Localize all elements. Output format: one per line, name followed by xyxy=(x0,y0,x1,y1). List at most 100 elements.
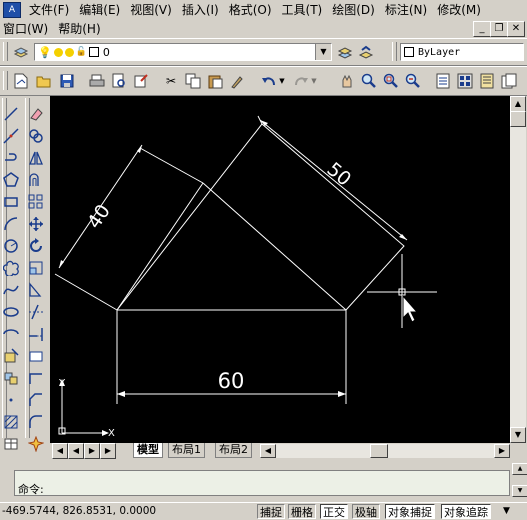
cut-icon[interactable]: ✂ xyxy=(162,72,180,90)
rotate-icon[interactable] xyxy=(27,238,45,256)
insert-block-icon[interactable] xyxy=(2,348,20,366)
menu-format[interactable]: 格式(O) xyxy=(224,1,277,19)
sheet-set-icon[interactable] xyxy=(500,72,518,90)
tab-layout1[interactable]: 布局1 xyxy=(168,443,205,458)
command-scrollbar[interactable]: ▲ ▼ xyxy=(512,463,527,499)
ellipse-icon[interactable] xyxy=(2,304,20,322)
circle-icon[interactable] xyxy=(2,238,20,256)
undo-dropdown-icon[interactable]: ▼ xyxy=(278,72,286,90)
move-icon[interactable] xyxy=(27,216,45,234)
break-icon[interactable] xyxy=(27,348,45,366)
scroll-up-icon[interactable]: ▲ xyxy=(510,96,526,112)
menu-insert[interactable]: 插入(I) xyxy=(177,1,224,19)
save-icon[interactable] xyxy=(58,72,76,90)
spline-icon[interactable] xyxy=(2,282,20,300)
erase-icon[interactable] xyxy=(27,106,45,124)
table-icon[interactable] xyxy=(2,436,20,454)
tab-layout2[interactable]: 布局2 xyxy=(215,443,252,458)
rectangle-icon[interactable] xyxy=(2,194,20,212)
extend-icon[interactable] xyxy=(27,326,45,344)
pan-realtime-icon[interactable] xyxy=(338,72,356,90)
snap-toggle[interactable]: 捕捉 xyxy=(257,504,285,519)
print-preview-icon[interactable] xyxy=(110,72,128,90)
polygon-icon[interactable] xyxy=(2,172,20,190)
menu-view[interactable]: 视图(V) xyxy=(125,1,177,19)
autocad-app-icon[interactable]: A xyxy=(3,1,21,18)
menu-edit[interactable]: 编辑(E) xyxy=(74,1,125,19)
otrack-toggle[interactable]: 对象追踪 xyxy=(441,504,491,519)
minimize-button[interactable]: _ xyxy=(473,21,491,37)
scroll-down-icon[interactable]: ▼ xyxy=(512,485,527,497)
point-icon[interactable] xyxy=(2,392,20,410)
undo-icon[interactable] xyxy=(260,72,278,90)
last-tab-icon[interactable]: ▶ xyxy=(100,443,116,459)
polar-toggle[interactable]: 极轴 xyxy=(352,504,380,519)
toolbar-grip[interactable] xyxy=(392,42,397,61)
chamfer-icon[interactable] xyxy=(27,392,45,410)
prev-tab-icon[interactable]: ◀ xyxy=(68,443,84,459)
grid-toggle[interactable]: 栅格 xyxy=(288,504,316,519)
linetype-dropdown[interactable]: ByLayer xyxy=(400,43,524,61)
publish-icon[interactable] xyxy=(132,72,150,90)
osnap-toggle[interactable]: 对象捕捉 xyxy=(385,504,435,519)
menu-window[interactable]: 窗口(W) xyxy=(0,20,53,38)
scroll-thumb[interactable] xyxy=(510,111,526,127)
array-icon[interactable] xyxy=(27,194,45,212)
stretch-icon[interactable] xyxy=(27,282,45,300)
coordinate-readout[interactable]: -469.5744, 826.8531, 0.0000 xyxy=(2,504,156,519)
layer-dropdown[interactable]: 💡 🔓 0 ▼ xyxy=(34,43,332,61)
make-block-icon[interactable] xyxy=(2,370,20,388)
hscroll-thumb[interactable] xyxy=(370,444,388,458)
construction-line-icon[interactable] xyxy=(2,128,20,146)
design-center-icon[interactable] xyxy=(456,72,474,90)
properties-icon[interactable] xyxy=(434,72,452,90)
trim-icon[interactable] xyxy=(27,304,45,322)
menu-tools[interactable]: 工具(T) xyxy=(277,1,328,19)
menu-file[interactable]: 文件(F) xyxy=(24,1,74,19)
fillet-icon[interactable] xyxy=(27,414,45,432)
paste-icon[interactable] xyxy=(206,72,224,90)
revision-cloud-icon[interactable] xyxy=(2,260,20,278)
zoom-window-icon[interactable] xyxy=(382,72,400,90)
toolbar-grip[interactable] xyxy=(3,42,8,61)
redo-dropdown-icon[interactable]: ▼ xyxy=(310,72,318,90)
menu-modify[interactable]: 修改(M) xyxy=(432,1,486,19)
menu-help[interactable]: 帮助(H) xyxy=(53,20,105,38)
line-icon[interactable] xyxy=(2,106,20,124)
mirror-icon[interactable] xyxy=(27,150,45,168)
layer-previous-icon[interactable] xyxy=(357,43,375,61)
copy-icon[interactable] xyxy=(184,72,202,90)
status-menu-icon[interactable]: ▼ xyxy=(503,504,510,519)
arc-icon[interactable] xyxy=(2,216,20,234)
polyline-icon[interactable] xyxy=(2,150,20,168)
horizontal-scrollbar[interactable]: ◀ ▶ xyxy=(260,444,510,458)
menu-dimension[interactable]: 标注(N) xyxy=(380,1,432,19)
ellipse-arc-icon[interactable] xyxy=(2,326,20,344)
tab-model[interactable]: 模型 xyxy=(133,443,163,458)
hatch-icon[interactable] xyxy=(2,414,20,432)
open-icon[interactable] xyxy=(35,72,53,90)
drawing-canvas[interactable]: 40 50 60 Y X xyxy=(50,96,510,443)
match-properties-icon[interactable] xyxy=(228,72,246,90)
toolbar-grip[interactable] xyxy=(3,71,8,90)
tool-palettes-icon[interactable] xyxy=(478,72,496,90)
print-icon[interactable] xyxy=(88,72,106,90)
chevron-down-icon[interactable]: ▼ xyxy=(315,44,331,60)
copy-object-icon[interactable] xyxy=(27,128,45,146)
layer-manager-icon[interactable] xyxy=(12,43,30,61)
scroll-left-icon[interactable]: ◀ xyxy=(260,444,276,458)
offset-icon[interactable] xyxy=(27,172,45,190)
command-line[interactable]: 命令: xyxy=(14,470,510,496)
scale-icon[interactable] xyxy=(27,260,45,278)
explode-icon[interactable] xyxy=(27,435,45,454)
break-at-point-icon[interactable] xyxy=(27,370,45,388)
zoom-realtime-icon[interactable] xyxy=(360,72,378,90)
restore-button[interactable]: ❐ xyxy=(490,21,508,37)
close-button[interactable]: ✕ xyxy=(507,21,525,37)
make-current-layer-icon[interactable] xyxy=(336,43,354,61)
redo-icon[interactable] xyxy=(292,72,310,90)
menu-draw[interactable]: 绘图(D) xyxy=(327,1,380,19)
scroll-down-icon[interactable]: ▼ xyxy=(510,427,526,443)
scroll-right-icon[interactable]: ▶ xyxy=(494,444,510,458)
scroll-up-icon[interactable]: ▲ xyxy=(512,463,527,475)
